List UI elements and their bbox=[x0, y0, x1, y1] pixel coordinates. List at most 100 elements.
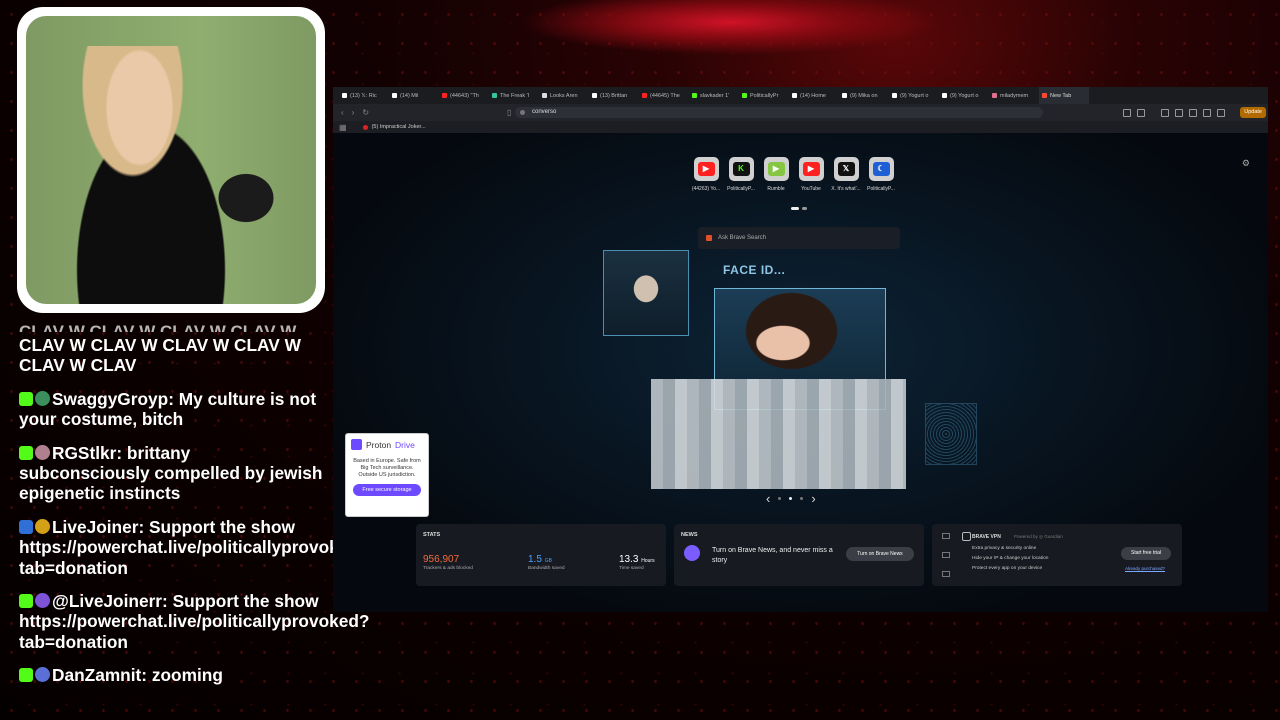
brave-search-box[interactable]: Ask Brave Search bbox=[698, 227, 900, 249]
carousel-dot[interactable] bbox=[800, 497, 804, 500]
site-info-icon[interactable] bbox=[520, 110, 525, 115]
tab-label: New Tab bbox=[1050, 92, 1072, 99]
tab-label: (13) Brittan bbox=[600, 92, 628, 99]
tab-favicon-icon bbox=[442, 93, 447, 98]
browser-tab[interactable]: (9) Yogurt o bbox=[939, 87, 989, 104]
proton-drive-ad[interactable]: Proton Drive Based in Europe. Safe from … bbox=[345, 433, 429, 517]
browser-tab[interactable]: miladymem bbox=[989, 87, 1039, 104]
browser-tab[interactable]: PoliticallyPr bbox=[739, 87, 789, 104]
browser-tab[interactable]: New Tab bbox=[1039, 87, 1089, 104]
address-bar[interactable]: converso bbox=[515, 107, 1043, 118]
time-stat: 13.3 Hours Time saved bbox=[619, 554, 655, 571]
brave-lion-icon bbox=[706, 235, 712, 241]
browser-tab[interactable]: (13) Brittan bbox=[589, 87, 639, 104]
apps-grid-icon[interactable]: ▦ bbox=[339, 123, 347, 132]
settings-gear-icon[interactable]: ⚙ bbox=[1242, 158, 1250, 169]
tab-favicon-icon bbox=[842, 93, 847, 98]
top-site-icon: ▶ bbox=[763, 157, 789, 181]
chevron-right-icon[interactable]: › bbox=[811, 491, 815, 506]
widget-cards-icon[interactable] bbox=[942, 571, 950, 577]
chat-message: LiveJoiner: Support the show https://pow… bbox=[19, 517, 370, 578]
browser-tab[interactable]: (13) 𝕏: Ric bbox=[339, 87, 389, 104]
browser-tab[interactable]: (9) Yogurt o bbox=[889, 87, 939, 104]
chat-message-list: SwaggyGroyp: My culture is not your cost… bbox=[19, 388, 370, 686]
top-site-tile[interactable]: K PoliticallyP... bbox=[726, 157, 756, 192]
pager-dot[interactable] bbox=[802, 207, 807, 210]
site-logo-icon: ▶ bbox=[767, 162, 785, 176]
stats-title: STATS bbox=[423, 532, 441, 538]
top-site-tile[interactable]: 𝕏 X. It's what'... bbox=[831, 157, 861, 192]
brave-news-icon bbox=[684, 545, 700, 561]
tab-label: (14) Home bbox=[800, 92, 826, 99]
top-site-tile[interactable]: ▶ (44263) Yo... bbox=[691, 157, 721, 192]
carousel-dot[interactable] bbox=[789, 497, 793, 500]
tab-favicon-icon bbox=[1042, 93, 1047, 98]
top-site-label: Rumble bbox=[767, 186, 785, 192]
background-artwork: FACE ID... ‹ › bbox=[603, 250, 983, 506]
top-site-label: YouTube bbox=[801, 186, 821, 192]
chat-avatar-icon bbox=[35, 390, 50, 406]
tab-label: (13) 𝕏: Ric bbox=[350, 92, 377, 99]
browser-tab[interactable]: (44643) "Th bbox=[439, 87, 489, 104]
reload-icon[interactable]: ↻ bbox=[362, 108, 369, 117]
carousel-dot[interactable] bbox=[778, 497, 782, 500]
browser-window: (13) 𝕏: Ric (14) Mil (44643) "Th The Freak … bbox=[333, 87, 1268, 612]
top-site-tile[interactable]: ▶ YouTube bbox=[796, 157, 826, 192]
sidebar-icon[interactable] bbox=[1175, 109, 1183, 117]
reader-icon[interactable] bbox=[1137, 109, 1145, 117]
chevron-left-icon[interactable]: ‹ bbox=[766, 491, 770, 506]
forward-icon[interactable]: › bbox=[352, 108, 355, 117]
chat-message: RGStlkr: brittany subconsciously compell… bbox=[19, 443, 324, 504]
update-button[interactable]: Update bbox=[1240, 107, 1266, 118]
wallet-icon[interactable] bbox=[1189, 109, 1197, 117]
bookmark-item[interactable]: (5) Impractical Joker... bbox=[372, 124, 426, 130]
browser-tab[interactable]: Looks Aren bbox=[539, 87, 589, 104]
time-unit: Hours bbox=[641, 558, 655, 564]
extension-icon[interactable] bbox=[1123, 109, 1131, 117]
bandwidth-unit: GB bbox=[544, 558, 552, 564]
top-site-tile[interactable]: ☾ PoliticallyP... bbox=[866, 157, 896, 192]
browser-tab[interactable]: (44645) The bbox=[639, 87, 689, 104]
tab-favicon-icon bbox=[692, 93, 697, 98]
media-icon[interactable] bbox=[1161, 109, 1169, 117]
trackers-value: 956,907 bbox=[423, 554, 460, 565]
vpn-title: BRAVE VPN bbox=[972, 534, 1001, 540]
fingerprint-icon bbox=[925, 403, 977, 465]
tab-favicon-icon bbox=[892, 93, 897, 98]
chat-username: SwaggyGroyp: bbox=[52, 388, 174, 409]
browser-tab[interactable]: (9) Mika on bbox=[839, 87, 889, 104]
chat-badge-icon bbox=[19, 445, 33, 460]
new-tab-page: ▶ (44263) Yo... K PoliticallyP... ▶ Rumble ▶ Yo… bbox=[333, 133, 1268, 612]
trackers-label: Trackers & ads blocked bbox=[423, 566, 473, 571]
chat-avatar-icon bbox=[35, 518, 50, 534]
widget-toggle-icon[interactable] bbox=[942, 552, 950, 558]
browser-tab[interactable]: (14) Home bbox=[789, 87, 839, 104]
chat-badge-icon bbox=[19, 391, 33, 406]
vpn-icon[interactable] bbox=[1217, 109, 1225, 117]
site-logo-icon: ▶ bbox=[802, 162, 820, 176]
bookmark-icon[interactable]: ▯ bbox=[507, 108, 511, 117]
top-site-tile[interactable]: ▶ Rumble bbox=[761, 157, 791, 192]
browser-tab[interactable]: slavkader 1' bbox=[689, 87, 739, 104]
back-icon[interactable]: ‹ bbox=[341, 108, 344, 117]
vpn-feature: Protect every app on your device bbox=[972, 566, 1043, 571]
shields-icon[interactable] bbox=[1203, 109, 1211, 117]
browser-tab[interactable]: The Freak 'I bbox=[489, 87, 539, 104]
top-sites-pager bbox=[791, 207, 807, 210]
vpn-widget: BRAVE VPN Powered by ◎ Guardian Extra pr… bbox=[932, 524, 1182, 586]
bandwidth-value: 1.5 bbox=[528, 554, 542, 565]
browser-tab[interactable]: (14) Mil bbox=[389, 87, 439, 104]
widget-settings-icon[interactable] bbox=[942, 533, 950, 539]
proton-product: Drive bbox=[395, 439, 415, 450]
top-site-label: X. It's what'... bbox=[831, 186, 861, 192]
start-free-trial-button[interactable]: Start free trial bbox=[1121, 547, 1171, 560]
tab-favicon-icon bbox=[542, 93, 547, 98]
proton-header: Proton Drive bbox=[346, 434, 428, 450]
turn-on-news-button[interactable]: Turn on Brave News bbox=[846, 547, 914, 561]
proton-cta-button[interactable]: Free secure storage bbox=[353, 484, 421, 496]
proton-brand: Proton bbox=[366, 439, 392, 450]
time-label: Time saved bbox=[619, 566, 644, 571]
bandwidth-stat: 1.5 GB Bandwidth saved bbox=[528, 554, 565, 571]
already-purchased-link[interactable]: Already purchased? bbox=[1125, 566, 1165, 571]
pager-dot[interactable] bbox=[791, 207, 799, 210]
